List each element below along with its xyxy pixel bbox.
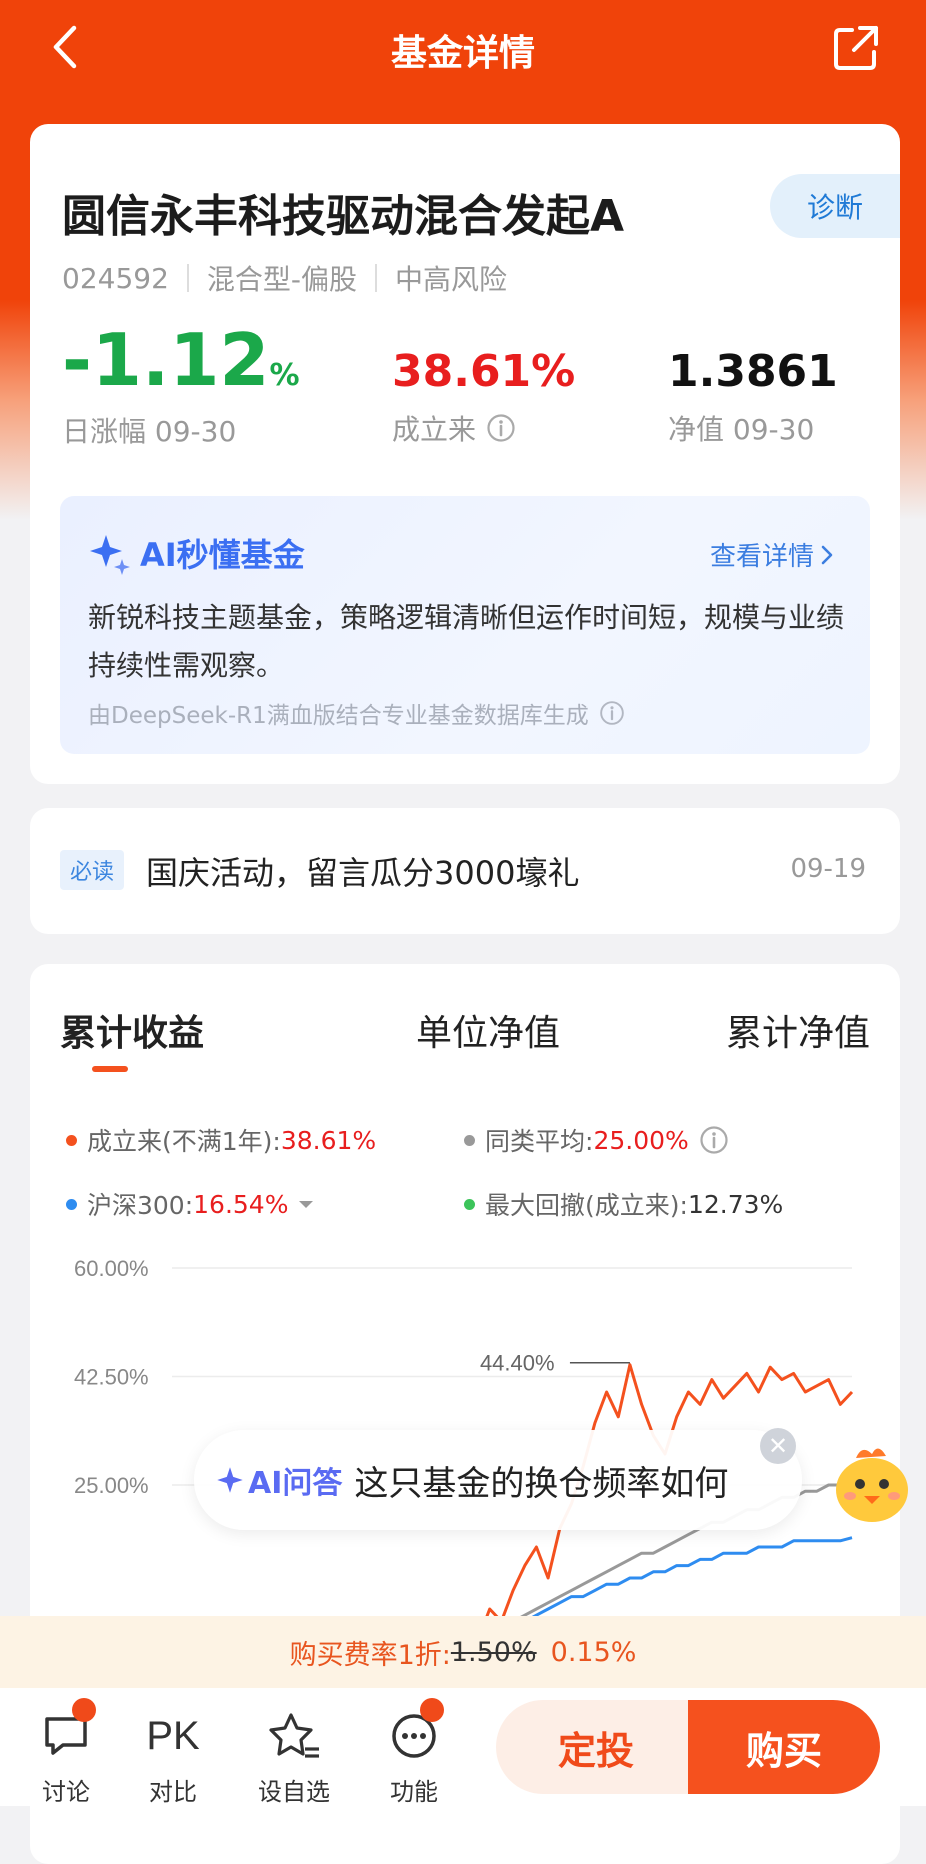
legend-dot: [464, 1198, 475, 1210]
legend-peer-label: 同类平均:: [485, 1127, 594, 1156]
ai-question-label: AI问答: [248, 1466, 343, 1501]
fund-name: 圆信永丰科技驱动混合发起A: [62, 191, 625, 242]
legend-index[interactable]: 沪深300: 16.54%: [66, 1186, 324, 1222]
fund-risk: 中高风险: [395, 263, 508, 296]
chevron-right-icon: [821, 545, 833, 564]
daily-change-label: 日涨幅 09-30: [62, 415, 237, 448]
nav-functions-label: 功能: [390, 1778, 438, 1806]
notice-text: 国庆活动，留言瓜分3000壕礼: [146, 854, 580, 892]
nav-watchlist-label: 设自选: [258, 1778, 330, 1806]
nav-watchlist[interactable]: 设自选: [254, 1708, 334, 1807]
ai-summary-footer-text: 由DeepSeek-R1满血版结合专业基金数据库生成: [88, 703, 589, 729]
info-icon[interactable]: [599, 700, 625, 726]
nav-discuss[interactable]: 讨论: [26, 1698, 106, 1807]
active-tab-indicator: [92, 1066, 128, 1072]
tab-cumulative-return[interactable]: 累计收益: [60, 1004, 204, 1056]
buy-button[interactable]: 购买: [688, 1700, 880, 1794]
since-inception-stat: 38.61% 成立来: [392, 350, 575, 448]
legend-index-label: 沪深300:: [87, 1191, 194, 1220]
tab-unit-nav[interactable]: 单位净值: [416, 1004, 560, 1056]
sparkle-icon: [90, 535, 130, 575]
daily-change-value: -1.12: [62, 318, 270, 402]
ai-summary-box: AI秒懂基金 查看详情 新锐科技主题基金，策略逻辑清晰但运作时间短，规模与业绩持…: [60, 496, 870, 754]
fund-info-card: 圆信永丰科技驱动混合发起A 诊断 024592 混合型-偏股 中高风险 -1.1…: [30, 124, 900, 784]
ai-summary-title: AI秒懂基金: [88, 530, 305, 576]
chart-tabs: 累计收益 单位净值 累计净值: [60, 1004, 900, 1064]
tab-cumulative-nav[interactable]: 累计净值: [726, 1004, 870, 1056]
legend-peer: 同类平均: 25.00%: [464, 1122, 729, 1158]
info-icon[interactable]: [486, 413, 516, 443]
nav-discuss-label: 讨论: [42, 1778, 90, 1806]
nav-compare-label: 对比: [149, 1778, 197, 1806]
since-inception-label: 成立来: [392, 413, 477, 446]
legend-drawdown-label: 最大回撤(成立来):: [485, 1191, 688, 1220]
since-inception-value: 38.61%: [392, 346, 576, 397]
ai-summary-more-label: 查看详情: [709, 542, 814, 572]
fee-discounted: 0.15%: [550, 1636, 637, 1668]
legend-index-value: 16.54%: [193, 1189, 289, 1219]
divider: [186, 264, 189, 292]
nav-functions[interactable]: 功能: [374, 1698, 454, 1807]
nav-value: 1.3861: [668, 346, 838, 397]
ai-summary-title-text: AI秒懂基金: [140, 536, 305, 574]
fund-type: 混合型-偏股: [206, 263, 357, 296]
sip-button[interactable]: 定投: [496, 1700, 696, 1794]
pk-icon: PK: [146, 1713, 200, 1758]
share-button[interactable]: [830, 22, 886, 78]
sparkle-icon: [217, 1467, 243, 1493]
fund-code: 024592: [62, 261, 169, 295]
notice-date: 09-19: [790, 854, 866, 884]
must-read-badge: 必读: [60, 850, 125, 890]
top-bar: 基金详情: [0, 0, 926, 100]
legend-dot: [66, 1198, 77, 1210]
share-icon: [834, 26, 878, 70]
legend-dot: [464, 1134, 475, 1146]
fund-meta: 024592 混合型-偏股 中高风险: [62, 258, 507, 298]
legend-fund-value: 38.61%: [280, 1125, 377, 1155]
info-icon[interactable]: [699, 1125, 729, 1155]
bottom-nav: 讨论 PK 对比 设自选 功能 定投 购买: [0, 1688, 926, 1806]
legend-fund-label: 成立来(不满1年):: [87, 1127, 281, 1156]
notification-dot: [420, 1698, 444, 1722]
nav-stat: 1.3861 净值 09-30: [668, 350, 838, 448]
ai-question-bubble[interactable]: AI问答 这只基金的换仓频率如何: [194, 1430, 802, 1530]
diagnose-button[interactable]: 诊断: [770, 174, 900, 238]
ai-summary-text: 新锐科技主题基金，策略逻辑清晰但运作时间短，规模与业绩持续性需观察。: [88, 601, 845, 682]
star-add-icon: [269, 1713, 319, 1758]
fee-label: 购买费率1折:: [289, 1639, 451, 1671]
close-ai-bubble-button[interactable]: ✕: [760, 1428, 796, 1464]
daily-change-stat: -1.12% 日涨幅 09-30: [62, 324, 300, 450]
legend-dot: [66, 1134, 77, 1146]
notification-dot: [72, 1698, 96, 1722]
ai-question-text: 这只基金的换仓频率如何: [354, 1463, 729, 1504]
legend-drawdown: 最大回撤(成立来): 12.73%: [464, 1186, 783, 1222]
divider: [375, 264, 377, 292]
notice-card[interactable]: 必读 国庆活动，留言瓜分3000壕礼 09-19: [30, 808, 900, 934]
daily-change-unit: %: [269, 358, 300, 393]
page-title: 基金详情: [390, 33, 535, 74]
nav-compare[interactable]: PK 对比: [133, 1708, 213, 1807]
legend-fund: 成立来(不满1年): 38.61%: [66, 1122, 376, 1158]
chick-mascot-icon[interactable]: [826, 1436, 918, 1528]
legend-peer-value: 25.00%: [593, 1125, 689, 1155]
fee-original: 1.50%: [450, 1636, 537, 1668]
fee-bar: 购买费率1折: 1.50% 0.15%: [0, 1616, 926, 1688]
nav-label: 净值 09-30: [668, 413, 815, 446]
caret-down-icon: [299, 1201, 314, 1208]
ai-summary-footer: 由DeepSeek-R1满血版结合专业基金数据库生成: [88, 696, 625, 730]
legend-drawdown-value: 12.73%: [687, 1189, 784, 1219]
ai-summary-more-link[interactable]: 查看详情: [710, 536, 840, 573]
